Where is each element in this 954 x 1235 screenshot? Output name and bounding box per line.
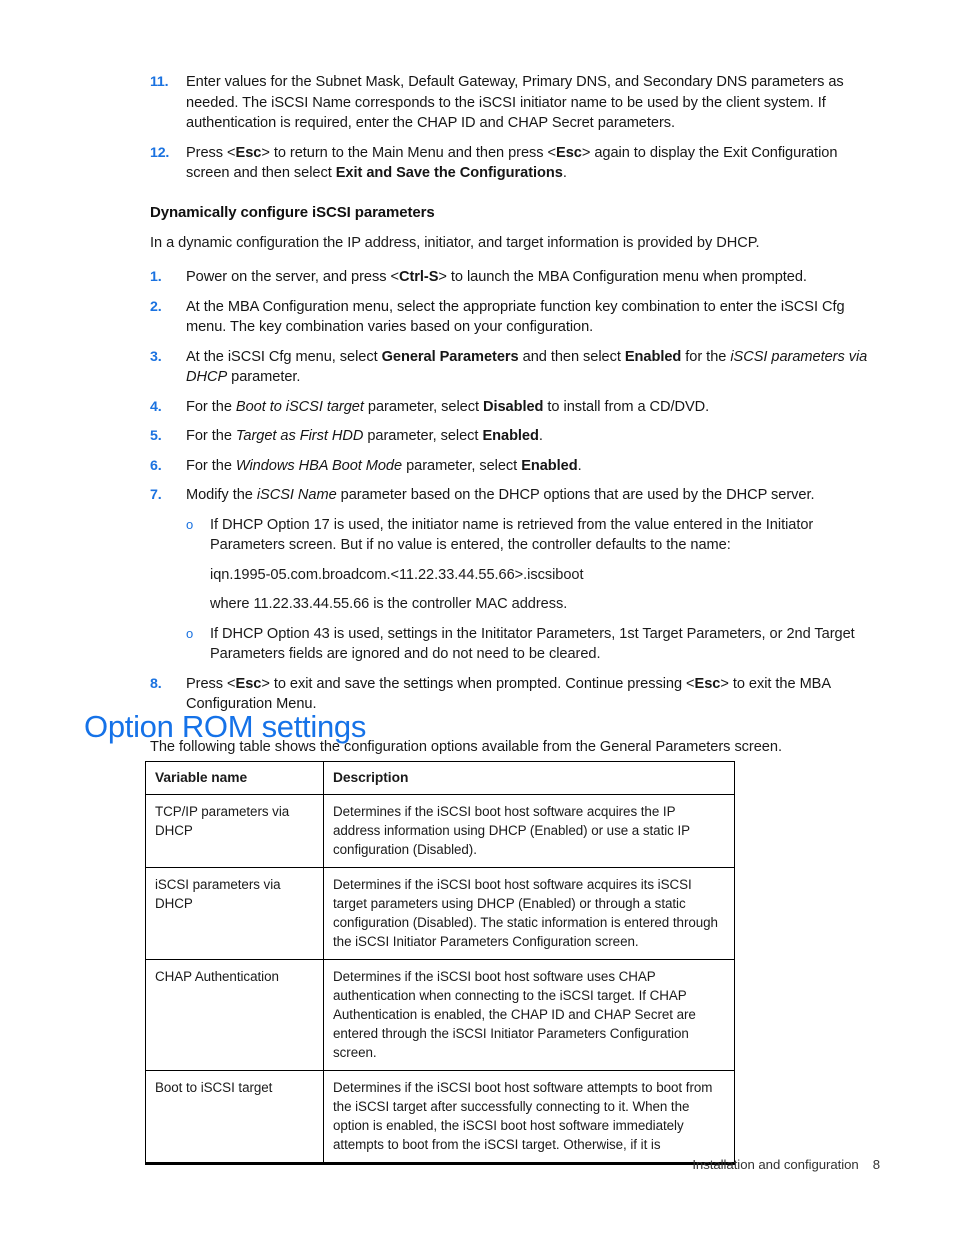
cell-description: Determines if the iSCSI boot host softwa… bbox=[323, 959, 735, 1071]
list-marker: 8. bbox=[150, 675, 162, 692]
bullet-circle-icon: o bbox=[186, 625, 194, 641]
sub-list-item: o If DHCP Option 43 is used, settings in… bbox=[186, 624, 868, 665]
cell-description: Determines if the iSCSI boot host softwa… bbox=[323, 867, 735, 960]
list-item: 12. Press <Esc> to return to the Main Me… bbox=[150, 143, 868, 184]
table-row: CHAP Authentication Determines if the iS… bbox=[145, 959, 735, 1071]
page-footer: Installation and configuration 8 bbox=[0, 1157, 880, 1172]
mac-address-note: where 11.22.33.44.55.66 is the controlle… bbox=[210, 596, 568, 612]
list-item-text: Power on the server, and press <Ctrl-S> … bbox=[186, 267, 868, 288]
text-fragment: parameter. bbox=[227, 369, 301, 385]
param-name: Boot to iSCSI target bbox=[235, 398, 364, 415]
section-heading: Dynamically configure iSCSI parameters bbox=[150, 203, 435, 221]
procedure-continued: 11. Enter values for the Subnet Mask, De… bbox=[150, 72, 868, 724]
key-ctrl-s: Ctrl-S bbox=[398, 269, 439, 285]
value-enabled: Enabled bbox=[482, 428, 539, 444]
cell-variable-name: CHAP Authentication bbox=[145, 959, 324, 1071]
param-name: Target as First HDD bbox=[235, 428, 364, 444]
text-fragment: Modify the bbox=[186, 487, 257, 503]
sub-list-item: o If DHCP Option 17 is used, the initiat… bbox=[186, 515, 868, 556]
table-row: Boot to iSCSI target Determines if the i… bbox=[145, 1070, 735, 1165]
list-item: 4. For the Boot to iSCSI target paramete… bbox=[150, 397, 868, 418]
key-esc: Esc bbox=[694, 675, 721, 692]
text-fragment: > to launch the MBA Configuration menu w… bbox=[438, 269, 807, 285]
key-esc: Esc bbox=[235, 675, 262, 692]
list-item-text: For the Target as First HDD parameter, s… bbox=[186, 426, 868, 447]
param-name: Windows HBA Boot Mode bbox=[235, 457, 403, 474]
list-marker: 5. bbox=[150, 428, 162, 444]
option-rom-settings-table: Variable name Description TCP/IP paramet… bbox=[145, 761, 735, 1165]
value-enabled: Enabled bbox=[624, 348, 682, 365]
list-marker: 3. bbox=[150, 348, 162, 365]
document-page: 11. Enter values for the Subnet Mask, De… bbox=[0, 0, 954, 1235]
table-intro-paragraph: The following table shows the configurat… bbox=[150, 739, 782, 755]
list-item: 1. Power on the server, and press <Ctrl-… bbox=[150, 267, 868, 288]
footer-label: Installation and configuration bbox=[692, 1157, 859, 1172]
bullet-circle-icon: o bbox=[186, 516, 194, 532]
list-item: 11. Enter values for the Subnet Mask, De… bbox=[150, 72, 868, 134]
section-intro-paragraph: In a dynamic configuration the IP addres… bbox=[150, 234, 760, 251]
list-item-text: For the Boot to iSCSI target parameter, … bbox=[186, 397, 868, 418]
key-esc: Esc bbox=[556, 144, 582, 161]
value-enabled: Enabled bbox=[521, 457, 578, 474]
table-row: iSCSI parameters via DHCP Determines if … bbox=[145, 867, 735, 960]
list-marker: 12. bbox=[150, 144, 170, 161]
key-esc: Esc bbox=[235, 144, 262, 161]
text-fragment: and then select bbox=[518, 348, 625, 365]
column-header-variable-name: Variable name bbox=[145, 761, 324, 795]
list-marker: 4. bbox=[150, 398, 162, 415]
param-name: iSCSI Name bbox=[256, 487, 337, 503]
column-header-description: Description bbox=[323, 761, 735, 795]
value-disabled: Disabled bbox=[482, 398, 544, 415]
list-marker: 1. bbox=[150, 269, 162, 285]
sub-list-item-text: If DHCP Option 43 is used, settings in t… bbox=[210, 625, 855, 663]
text-fragment: to install from a CD/DVD. bbox=[543, 398, 710, 415]
text-fragment: Press < bbox=[186, 144, 236, 161]
iqn-example-text: iqn.1995-05.com.broadcom.<11.22.33.44.55… bbox=[210, 566, 584, 583]
cell-variable-name: iSCSI parameters via DHCP bbox=[145, 867, 324, 960]
list-item-text: Press <Esc> to return to the Main Menu a… bbox=[186, 143, 868, 184]
text-fragment: parameter, select bbox=[363, 398, 483, 415]
list-item-text: At the iSCSI Cfg menu, select General Pa… bbox=[186, 347, 868, 388]
text-fragment: At the iSCSI Cfg menu, select bbox=[186, 348, 382, 365]
text-fragment: > to return to the Main Menu and then pr… bbox=[261, 144, 557, 161]
text-fragment: parameter, select bbox=[363, 428, 483, 444]
table-header-row: Variable name Description bbox=[145, 761, 735, 795]
page-number: 8 bbox=[872, 1157, 880, 1172]
list-item-text: Enter values for the Subnet Mask, Defaul… bbox=[186, 74, 844, 131]
text-fragment: . bbox=[577, 457, 582, 474]
cell-variable-name: TCP/IP parameters via DHCP bbox=[145, 794, 324, 868]
text-fragment: For the bbox=[186, 457, 236, 474]
list-item: 5. For the Target as First HDD parameter… bbox=[150, 426, 868, 447]
list-item: 3. At the iSCSI Cfg menu, select General… bbox=[150, 347, 868, 388]
list-marker: 11. bbox=[150, 74, 169, 90]
text-fragment: Power on the server, and press < bbox=[186, 269, 399, 285]
text-fragment: Press < bbox=[186, 675, 236, 692]
text-fragment: For the bbox=[186, 428, 236, 444]
list-item: 7. Modify the iSCSI Name parameter based… bbox=[150, 485, 868, 506]
text-fragment: . bbox=[538, 428, 543, 444]
list-marker: 7. bbox=[150, 487, 162, 503]
list-marker: 6. bbox=[150, 457, 162, 474]
text-fragment: for the bbox=[681, 348, 731, 365]
cell-description: Determines if the iSCSI boot host softwa… bbox=[323, 1070, 735, 1165]
list-item: 2. At the MBA Configuration menu, select… bbox=[150, 297, 868, 338]
list-item-text: At the MBA Configuration menu, select th… bbox=[186, 298, 845, 336]
table-row: TCP/IP parameters via DHCP Determines if… bbox=[145, 794, 735, 868]
list-item-text: Modify the iSCSI Name parameter based on… bbox=[186, 485, 868, 506]
cell-variable-name: Boot to iSCSI target bbox=[145, 1070, 324, 1165]
menu-option-exit-save: Exit and Save the Configurations bbox=[335, 165, 563, 181]
list-item-text: For the Windows HBA Boot Mode parameter,… bbox=[186, 456, 868, 477]
cell-description: Determines if the iSCSI boot host softwa… bbox=[323, 794, 735, 868]
text-fragment: parameter, select bbox=[402, 457, 522, 474]
text-fragment: For the bbox=[186, 398, 236, 415]
text-fragment: > to exit and save the settings when pro… bbox=[261, 675, 695, 692]
sub-list-item-text: If DHCP Option 17 is used, the initiator… bbox=[210, 516, 814, 554]
text-fragment: parameter based on the DHCP options that… bbox=[336, 487, 815, 503]
menu-general-parameters: General Parameters bbox=[381, 348, 519, 365]
text-fragment: . bbox=[562, 165, 567, 181]
list-item: 6. For the Windows HBA Boot Mode paramet… bbox=[150, 456, 868, 477]
list-marker: 2. bbox=[150, 298, 162, 315]
